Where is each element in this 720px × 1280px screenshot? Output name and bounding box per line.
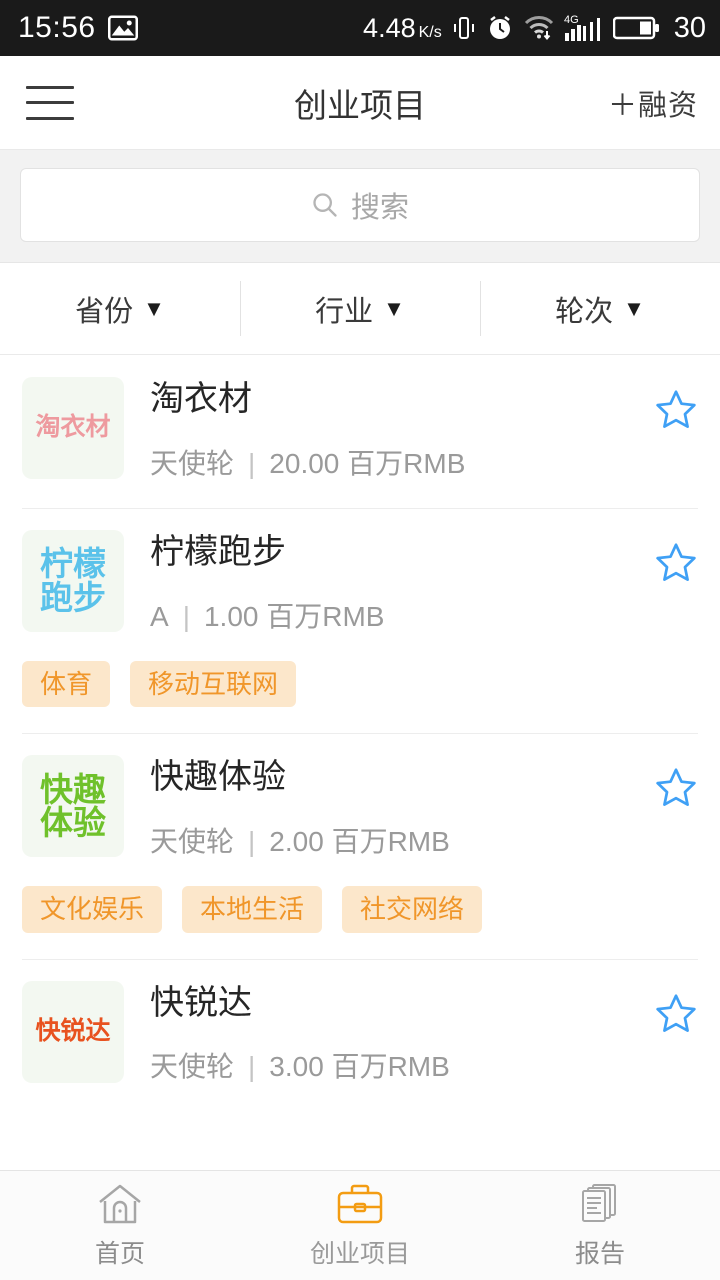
app-header: 创业项目 ＋融资 [0,56,720,150]
list-item-main: 快趣体验 快趣体验天使轮 | 2.00 百万RMB [22,755,698,860]
list-item-main: 淘衣材 淘衣材 天使轮 | 20.00 百万RMB [22,377,698,482]
hamburger-line [26,116,74,120]
status-bar: 15:56 4.48 K/s 4G 30 [0,0,720,56]
project-tag[interactable]: 移动互联网 [130,660,297,708]
nav-label: 报告 [574,1239,625,1268]
project-amount: 3.00 百万RMB [269,1051,450,1083]
filter-label: 轮次 [555,295,614,328]
alarm-icon [486,14,514,42]
chevron-down-icon: ▼ [383,295,405,321]
list-item-body: 快趣体验天使轮 | 2.00 百万RMB [124,755,654,860]
meta-separator: | [248,1051,256,1083]
filter-province[interactable]: 省份 ▼ [0,263,240,354]
project-logo: 快锐达 [22,980,124,1083]
chevron-down-icon: ▼ [143,295,165,321]
project-meta: A | 1.00 百万RMB [150,595,654,635]
battery-icon [612,15,661,41]
hamburger-line [26,101,74,104]
project-tags: 体育 移动互联网 [22,635,698,708]
svg-text:4G: 4G [564,14,579,26]
favorite-star-icon[interactable] [654,377,698,436]
project-meta: 天使轮 | 20.00 百万RMB [150,442,654,482]
filter-bar: 省份 ▼ 行业 ▼ 轮次 ▼ [0,263,720,355]
project-round: 天使轮 [150,447,235,479]
project-tag[interactable]: 文化娱乐 [22,885,163,933]
list-item-body: 淘衣材天使轮 | 20.00 百万RMB [124,377,654,482]
list-item-body: 柠檬跑步 A | 1.00 百万RMB [124,530,654,635]
bottom-navigation: 首页 创业项目 报告 [0,1170,720,1280]
project-round: 天使轮 [150,825,235,857]
favorite-star-icon[interactable] [654,530,698,589]
project-logo: 淘衣材 [22,377,124,479]
favorite-star-icon[interactable] [654,981,698,1040]
network-speed: 4.48 K/s [363,12,442,43]
project-amount: 1.00 百万RMB [203,600,385,632]
project-amount: 20.00 百万RMB [269,447,466,479]
project-name: 快趣体验 [150,758,286,797]
search-section: 搜索 [0,150,720,263]
documents-icon [576,1182,624,1226]
status-time: 15:56 [18,11,96,44]
list-item[interactable]: 快趣体验 快趣体验 天使轮 | 2.00 百万RMB 文化娱乐 本地生活 社交网络 [0,733,720,958]
list-item-spacer [22,933,698,959]
project-tag[interactable]: 社交网络 [342,885,483,933]
list-item[interactable]: 快锐达 快锐达 天使轮 | 3.00 百万RMB [0,958,720,1112]
project-logo-text: 柠檬跑步 [40,545,106,616]
project-logo: 柠檬跑步 [22,529,124,632]
nav-label: 首页 [94,1239,145,1268]
list-item-spacer [22,707,698,733]
chevron-down-icon: ▼ [623,295,645,321]
hamburger-menu-icon[interactable] [26,85,74,120]
home-icon [96,1182,144,1226]
favorite-star-icon[interactable] [654,755,698,814]
project-round: 天使轮 [150,1051,235,1083]
project-logo: 快趣体验 [22,755,124,858]
project-meta: 天使轮 | 2.00 百万RMB [150,820,654,860]
list-item[interactable]: 淘衣材 淘衣材 天使轮 | 20.00 百万RMB [0,355,720,508]
project-name: 柠檬跑步 [150,532,286,571]
hamburger-line [26,85,74,89]
project-list: 淘衣材 淘衣材 天使轮 | 20.00 百万RMB 柠檬跑步 柠檬跑步 A | 1.00 百万RM… [0,355,720,1112]
filter-label: 行业 [315,295,374,328]
status-bar-left: 15:56 [18,11,138,45]
filter-round[interactable]: 轮次 ▼ [480,263,720,354]
add-financing-button[interactable]: ＋融资 [608,82,698,124]
list-item[interactable]: 柠檬跑步 柠檬跑步 A | 1.00 百万RMB 体育 移动互联网 [0,507,720,733]
briefcase-icon [335,1182,385,1226]
filter-industry[interactable]: 行业 ▼ [240,263,480,354]
list-item-spacer [22,482,698,508]
meta-separator: | [182,600,190,632]
status-bar-right: 4.48 K/s 4G 30 [363,12,706,45]
battery-level: 30 [673,11,706,44]
image-icon [107,15,138,41]
list-item-body: 快锐达天使轮 | 3.00 百万RMB [124,981,654,1086]
filter-label: 省份 [75,295,134,328]
list-item-spacer [22,1085,698,1111]
project-tags: 文化娱乐 本地生活 社交网络 [22,860,698,933]
nav-label: 创业项目 [309,1239,410,1268]
project-logo-text: 淘衣材 [35,413,111,442]
list-item-main: 柠檬跑步 柠檬跑步 A | 1.00 百万RMB [22,529,698,635]
nav-item-projects[interactable]: 创业项目 [240,1182,480,1270]
list-item-main: 快锐达 快锐达 天使轮 | 3.00 百万RMB [22,980,698,1086]
search-icon [311,191,339,219]
meta-separator: | [248,447,256,479]
project-meta: 天使轮 | 3.00 百万RMB [150,1045,654,1085]
signal-bars-icon: 4G [564,13,604,43]
project-name: 快锐达 [150,983,252,1022]
project-tag[interactable]: 本地生活 [182,885,323,933]
project-logo-text: 快趣体验 [40,770,106,842]
project-logo-text: 快锐达 [35,1016,111,1045]
nav-item-home[interactable]: 首页 [0,1182,240,1270]
project-round: A [150,600,169,632]
search-input[interactable]: 搜索 [20,168,700,242]
project-name: 淘衣材 [150,380,252,418]
project-tag[interactable]: 体育 [22,660,111,708]
wifi-icon [523,14,555,42]
vibrate-icon [451,14,477,42]
project-amount: 2.00 百万RMB [269,825,450,857]
meta-separator: | [248,825,256,857]
search-placeholder: 搜索 [350,192,409,224]
nav-item-reports[interactable]: 报告 [480,1182,720,1270]
